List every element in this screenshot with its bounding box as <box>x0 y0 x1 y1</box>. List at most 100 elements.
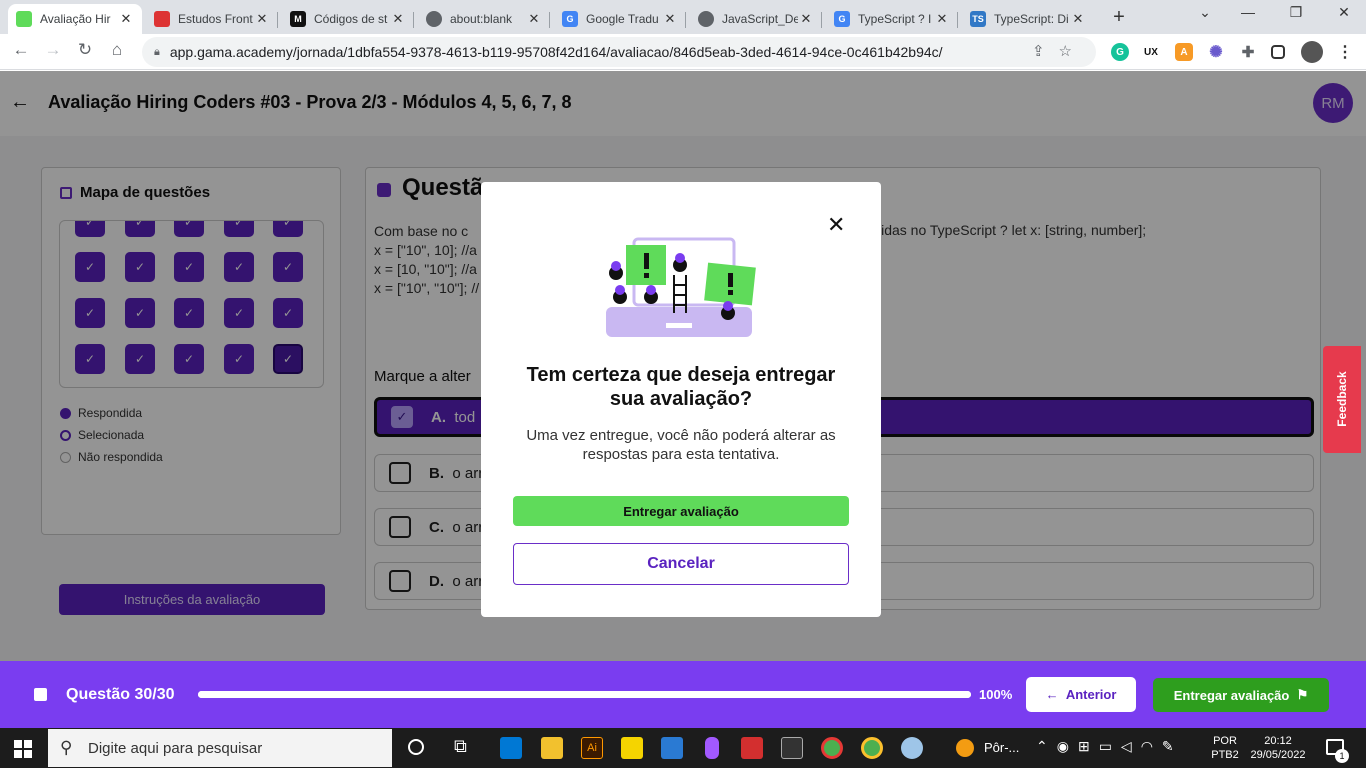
pen-icon[interactable]: ✎ <box>1162 738 1183 754</box>
menu-icon[interactable]: ⋮ <box>1336 43 1354 61</box>
close-window-icon[interactable]: ✕ <box>1324 4 1364 21</box>
windows-start-icon[interactable] <box>14 740 32 758</box>
progress-label: 100% <box>979 687 1013 702</box>
clock[interactable]: 20:12 29/05/2022 <box>1246 734 1310 762</box>
cancel-button[interactable]: Cancelar <box>513 543 849 585</box>
cortana-icon[interactable] <box>408 739 424 755</box>
modal-text: Uma vez entregue, você não poderá altera… <box>526 427 836 463</box>
tab-codigos[interactable]: M Códigos de st ✕ <box>282 4 414 34</box>
typescript-favicon-icon: TS <box>970 11 986 27</box>
language-indicator[interactable]: POR PTB2 <box>1208 734 1242 762</box>
confirm-submit-modal: ✕ Tem certeza que deseja entregar sua av… <box>481 182 881 617</box>
restore-icon[interactable]: ❐ <box>1276 4 1316 21</box>
tab-about-blank[interactable]: about:blank ✕ <box>418 4 550 34</box>
file-explorer-icon[interactable] <box>541 737 563 759</box>
paint-icon[interactable] <box>901 737 923 759</box>
close-tab-icon[interactable]: ✕ <box>118 11 134 27</box>
wifi-icon[interactable]: ◠ <box>1141 738 1162 754</box>
tab-javascript[interactable]: JavaScript_De ✕ <box>690 4 822 34</box>
arrow-left-icon: ← <box>1045 687 1066 702</box>
omnibox-actions[interactable]: ⇪☆ <box>1032 42 1086 60</box>
browser-toolbar: ← → ↻ ⌂ 🔒︎ app.gama.academy/jornada/1dbf… <box>0 34 1366 70</box>
close-tab-icon[interactable]: ✕ <box>526 11 542 27</box>
address-bar[interactable]: 🔒︎ app.gama.academy/jornada/1dbfa554-937… <box>142 37 1096 67</box>
tab-avaliacao[interactable]: Avaliação Hir ✕ <box>8 4 142 34</box>
network-icon[interactable]: ⊞ <box>1078 738 1099 754</box>
url-text: app.gama.academy/jornada/1dbfa554-9378-4… <box>169 44 943 60</box>
progress-bar <box>198 691 971 698</box>
tab-typescript-docs[interactable]: TS TypeScript: Di ✕ <box>962 4 1094 34</box>
chrome-icon[interactable] <box>821 737 843 759</box>
tab-divider <box>277 12 278 28</box>
record-icon[interactable]: ◉ <box>1057 738 1078 754</box>
ux-extension-icon[interactable]: UX <box>1142 43 1160 61</box>
close-tab-icon[interactable]: ✕ <box>798 11 814 27</box>
tab-google-tradutor[interactable]: G Google Tradu ✕ <box>554 4 686 34</box>
forward-icon[interactable]: → <box>41 40 65 60</box>
tab-title: JavaScript_De <box>722 12 798 26</box>
time: 20:12 <box>1264 735 1292 747</box>
confirm-submit-button[interactable]: Entregar avaliação <box>513 496 849 526</box>
minimize-icon[interactable]: — <box>1228 4 1268 20</box>
submit-label: Entregar avaliação <box>1173 687 1290 703</box>
chevron-up-icon[interactable]: ⌃ <box>1036 738 1057 754</box>
share-icon[interactable]: ⇪ <box>1032 43 1059 60</box>
gear-extension-icon[interactable]: ✺ <box>1207 43 1225 61</box>
footer-bar: Questão 30/30 100% ← Anterior Entregar a… <box>0 661 1366 728</box>
close-tab-icon[interactable]: ✕ <box>662 11 678 27</box>
sticky-notes-icon[interactable] <box>621 737 643 759</box>
tab-title: Códigos de st <box>314 12 388 26</box>
tab-title: Estudos Front <box>178 12 253 26</box>
taskbar-search[interactable]: ⚲ Digite aqui para pesquisar <box>48 729 392 767</box>
feedback-tab[interactable]: Feedback <box>1323 346 1361 453</box>
tab-title: TypeScript ? I <box>858 12 932 26</box>
extension-a-icon[interactable]: A <box>1175 43 1193 61</box>
laptop-illustration <box>606 237 756 337</box>
gama-favicon-icon <box>16 11 32 27</box>
medium-favicon-icon: M <box>290 11 306 27</box>
back-icon[interactable]: ← <box>9 40 33 60</box>
system-tray-icons[interactable]: ⌃◉⊞▭◁◠✎ <box>1036 738 1183 755</box>
tab-divider <box>821 12 822 28</box>
home-icon[interactable]: ⌂ <box>105 40 129 60</box>
tab-search-icon[interactable]: ⌄ <box>1185 4 1225 21</box>
browser-tab-bar: Avaliação Hir ✕ Estudos Front ✕ M Código… <box>0 0 1366 34</box>
terminal-icon[interactable] <box>781 737 803 759</box>
chrome-profile-icon[interactable] <box>861 737 883 759</box>
tab-divider <box>413 12 414 28</box>
task-view-icon[interactable]: ⧉ <box>454 736 467 757</box>
globe-favicon-icon <box>426 11 442 27</box>
tab-estudos-front[interactable]: Estudos Front ✕ <box>146 4 278 34</box>
star-icon[interactable]: ☆ <box>1059 43 1086 60</box>
close-tab-icon[interactable]: ✕ <box>934 11 950 27</box>
close-tab-icon[interactable]: ✕ <box>1070 11 1086 27</box>
new-tab-button[interactable]: + <box>1108 6 1130 29</box>
lang-top: POR <box>1213 735 1237 747</box>
weather-icon[interactable] <box>956 739 974 757</box>
illustrator-icon[interactable]: Ai <box>581 737 603 759</box>
side-panel-icon[interactable] <box>1271 45 1285 59</box>
progress-fill <box>198 691 971 698</box>
puzzle-icon[interactable]: ✚ <box>1239 43 1257 61</box>
notifications-badge: 1 <box>1335 749 1349 763</box>
figma-icon[interactable] <box>705 737 719 759</box>
globe-favicon-icon <box>698 11 714 27</box>
vscode-icon[interactable] <box>500 737 522 759</box>
battery-icon[interactable]: ▭ <box>1099 738 1121 754</box>
acrobat-icon[interactable] <box>741 737 763 759</box>
windows-taskbar: ⚲ Digite aqui para pesquisar ⧉ Ai Pôr-...… <box>0 728 1366 768</box>
profile-avatar-icon[interactable] <box>1301 41 1323 63</box>
close-icon[interactable]: ✕ <box>827 212 845 238</box>
close-tab-icon[interactable]: ✕ <box>390 11 406 27</box>
grammarly-icon[interactable]: G <box>1111 43 1129 61</box>
tab-typescript-google[interactable]: G TypeScript ? I ✕ <box>826 4 958 34</box>
previous-button[interactable]: ← Anterior <box>1026 677 1136 712</box>
tab-title: about:blank <box>450 12 513 26</box>
close-tab-icon[interactable]: ✕ <box>254 11 270 27</box>
photos-icon[interactable] <box>661 737 683 759</box>
reload-icon[interactable]: ↻ <box>73 40 97 60</box>
running-app-label[interactable]: Pôr-... <box>984 740 1019 755</box>
tab-title: TypeScript: Di <box>994 12 1069 26</box>
submit-button[interactable]: Entregar avaliação ⚑ <box>1153 678 1329 712</box>
volume-icon[interactable]: ◁ <box>1121 738 1141 754</box>
